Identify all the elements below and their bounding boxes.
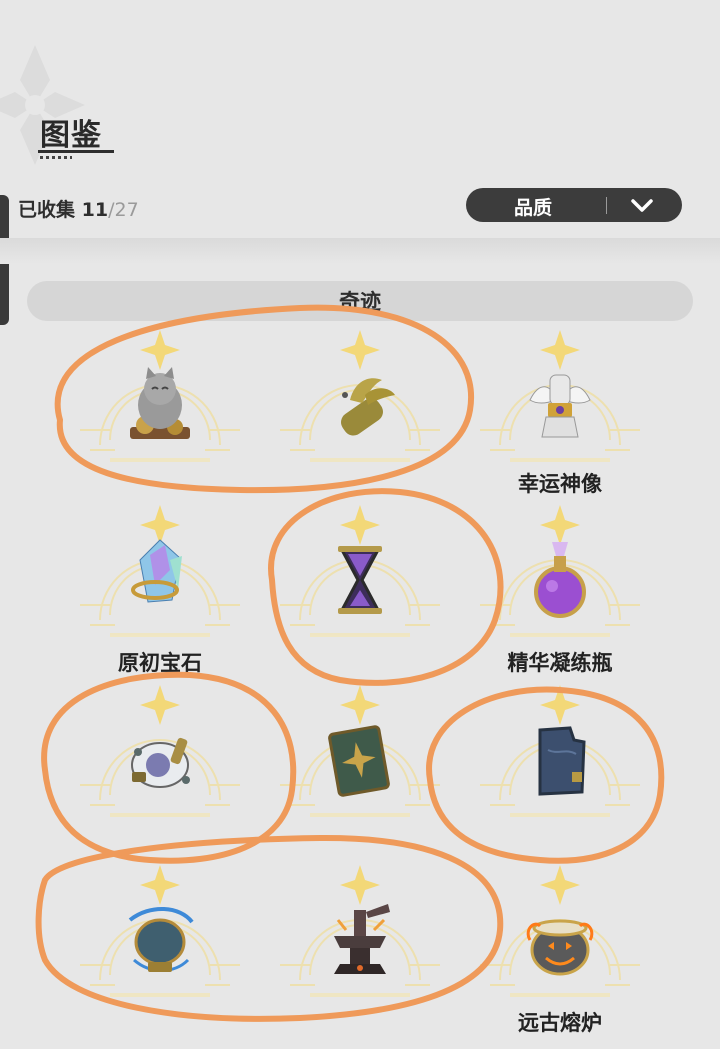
storm-urn-icon (128, 906, 194, 972)
section-title: 奇迹 (339, 290, 381, 314)
relic-card[interactable] (270, 865, 450, 1005)
relic-name: 幸运神像 (518, 472, 602, 496)
filter-label: 品质 (514, 197, 553, 219)
golden-branch-icon (341, 378, 395, 436)
crystal-gem-icon (131, 539, 182, 603)
orb-relic-icon (131, 737, 190, 788)
relic-card[interactable] (470, 865, 650, 1005)
page-title: 图鉴 (40, 118, 102, 153)
title-dots (40, 156, 72, 159)
lucky-cat-icon (130, 367, 190, 439)
relic-name: 原初宝石 (118, 651, 202, 675)
winged-statue-icon (529, 374, 591, 438)
essence-flask-icon (534, 542, 586, 618)
relic-card[interactable] (70, 505, 250, 645)
filter-divider (606, 197, 607, 214)
stone-tablet-icon (538, 726, 586, 796)
header-shadow (0, 238, 720, 264)
relic-card[interactable] (470, 505, 650, 645)
relic-card[interactable] (70, 330, 250, 470)
collected-total: /27 (108, 199, 139, 221)
pumpkin-cauldron-icon (526, 919, 594, 976)
relic-card[interactable] (270, 330, 450, 470)
hourglass-icon (338, 546, 382, 614)
anvil-icon (334, 904, 390, 974)
collected-label: 已收集 (18, 199, 76, 221)
relic-card[interactable] (70, 685, 250, 825)
relic-name: 精华凝练瓶 (507, 651, 613, 675)
relic-card[interactable] (70, 865, 250, 1005)
relic-card[interactable] (270, 685, 450, 825)
title-underline (38, 150, 114, 153)
ancient-book-icon (328, 725, 390, 797)
chevron-down-icon (631, 199, 653, 212)
quality-filter-dropdown[interactable]: 品质 (466, 188, 682, 222)
relic-card[interactable] (270, 505, 450, 645)
collected-count: 11 (81, 199, 109, 221)
collected-progress: 已收集 11/27 (18, 195, 139, 222)
relic-name: 远古熔炉 (518, 1011, 602, 1035)
relic-card[interactable] (470, 685, 650, 825)
relic-card[interactable] (470, 330, 650, 470)
